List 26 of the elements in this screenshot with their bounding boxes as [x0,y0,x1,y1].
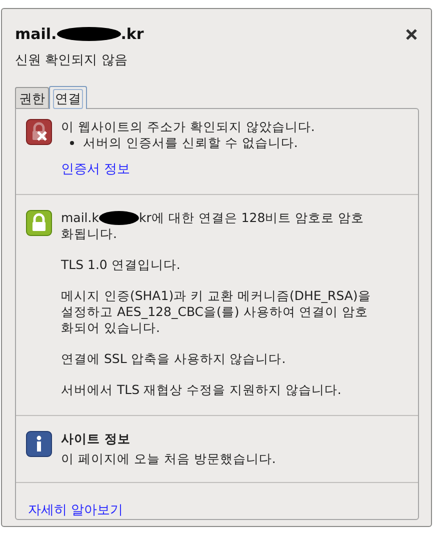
site-title: .kr [120,25,144,43]
connection-text: mail.k [61,210,99,226]
bullet-icon [70,141,74,145]
info-icon [26,431,52,457]
close-icon [406,28,416,40]
connection-detail: TLS 1.0 연결입니다. [61,257,182,273]
site-info-heading: 사이트 정보 [61,431,132,447]
certificate-link[interactable]: 인증서 정보 [61,162,130,177]
identity-reason: 서버의 인증서를 신뢰할 수 없습니다. [83,135,298,151]
connection-detail: 연결에 SSL 압축을 사용하지 않습니다. [61,351,287,367]
identity-status: 신원 확인되지 않음 [15,52,128,69]
redaction-mark [99,211,139,225]
tab[interactable]: 연결 [49,86,87,109]
tab[interactable]: 권한 [15,87,49,108]
connection-detail: 메시지 인증(SHA1)과 키 교환 메커니즘(DHE_RSA)을 설정하고 AES_128_CBC을(를) 사용하여 연결이 암호화되어 있습니다. [61,288,372,336]
site-info-text: 이 페이지에 오늘 처음 방문했습니다. [61,451,276,467]
redaction-mark [56,27,121,41]
lock-error-icon [26,119,52,145]
site-title: mail. [15,25,57,43]
lock-icon [26,210,52,236]
identity-message: 이 웹사이트의 주소가 확인되지 않았습니다. [61,119,315,135]
connection-text: 화됩니다. [61,226,117,241]
close-button[interactable] [403,26,419,42]
connection-text: kr에 대한 연결은 128비트 암호로 암호 [139,210,364,226]
connection-detail: 서버에서 TLS 재협상 수정을 지원하지 않습니다. [61,382,342,398]
learn-more-link[interactable]: 자세히 알아보기 [28,503,124,518]
